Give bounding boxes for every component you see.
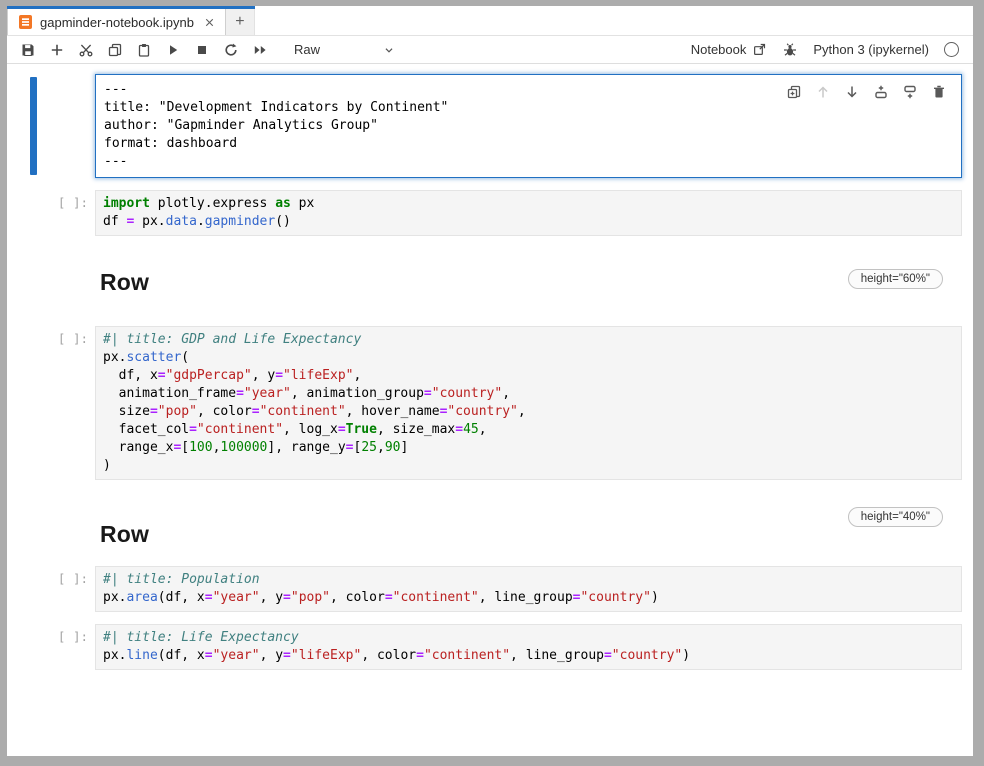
cell-editor[interactable]: import plotly.express as pxdf = px.data.… [95,190,962,236]
paste-cells-button[interactable] [129,38,158,61]
tab-strip: gapminder-notebook.ipynb + [7,6,255,35]
copy-icon [107,42,123,58]
stop-icon [194,42,210,58]
row-heading: Row [100,521,149,548]
cut-cells-button[interactable] [71,38,100,61]
plus-icon [49,42,65,58]
restart-run-all-button[interactable] [245,38,274,61]
raw-cell: --- title: "Development Indicators by Con… [7,74,973,178]
clipboard-icon [136,42,152,58]
restart-icon [223,42,239,58]
code-line: size="pop", color="continent", hover_nam… [103,403,957,421]
duplicate-cell-icon [786,84,802,100]
move-cell-down-button[interactable] [844,84,860,100]
markdown-cell[interactable]: Row height="60%" [100,262,943,296]
close-icon[interactable] [203,16,216,29]
save-button[interactable] [13,38,42,61]
cell-prompt: [ ]: [7,326,95,480]
run-cell-button[interactable] [158,38,187,61]
cell-prompt [7,74,95,178]
delete-cell-button[interactable] [931,84,947,100]
code-line: #| title: Population [103,571,957,589]
code-line: author: "Gapminder Analytics Group" [104,117,957,135]
insert-cell-above-button[interactable] [873,84,889,100]
cell-editor[interactable]: --- title: "Development Indicators by Con… [95,74,962,178]
height-badge: height="60%" [848,269,943,289]
cell-prompt: [ ]: [7,190,95,236]
code-line: px.line(df, x="year", y="lifeExp", color… [103,647,957,665]
move-cell-up-icon [815,84,831,100]
notebook-toolbar: Raw Notebook Python 3 (ipykernel) [7,36,973,64]
kernel-name[interactable]: Python 3 (ipykernel) [813,42,929,57]
scissors-icon [78,42,94,58]
bug-icon [782,42,798,58]
delete-cell-icon [931,84,947,100]
code-cell: [ ]:#| title: GDP and Life Expectancypx.… [7,326,973,480]
code-line: import plotly.express as px [103,195,957,213]
row-heading: Row [100,269,149,296]
copy-cells-button[interactable] [100,38,129,61]
code-line: ) [103,457,957,475]
tab-gapminder-notebook[interactable]: gapminder-notebook.ipynb [7,9,226,35]
external-link-icon [752,42,767,57]
code-cell: [ ]:#| title: Life Expectancypx.line(df,… [7,624,973,670]
code-line: #| title: Life Expectancy [103,629,957,647]
run-icon [165,42,181,58]
tab-title: gapminder-notebook.ipynb [40,15,194,30]
cell-type-dropdown[interactable]: Raw [288,39,402,60]
insert-cell-below-button[interactable] [902,84,918,100]
insert-cell-above-icon [873,84,889,100]
jupyterlab-window: gapminder-notebook.ipynb + [7,6,973,756]
debugger-button[interactable] [782,42,798,58]
notebook-panel-link[interactable]: Notebook [691,42,768,57]
code-line: range_x=[100,100000], range_y=[25,90] [103,439,957,457]
code-line: #| title: GDP and Life Expectancy [103,331,957,349]
cell-editor[interactable]: #| title: Life Expectancypx.line(df, x="… [95,624,962,670]
cell-editor[interactable]: #| title: GDP and Life Expectancypx.scat… [95,326,962,480]
notebook-link-label: Notebook [691,42,747,57]
move-cell-down-icon [844,84,860,100]
cell-type-value: Raw [294,42,320,57]
code-line: df, x="gdpPercap", y="lifeExp", [103,367,957,385]
markdown-cell[interactable]: Row height="40%" [100,504,943,548]
active-cell-collapser[interactable] [30,77,37,175]
insert-cell-button[interactable] [42,38,71,61]
cell-prompt: [ ]: [7,624,95,670]
new-tab-button[interactable]: + [226,9,255,35]
code-line: px.area(df, x="year", y="pop", color="co… [103,589,957,607]
restart-kernel-button[interactable] [216,38,245,61]
notebook-cells: --- title: "Development Indicators by Con… [7,74,973,670]
code-line: title: "Development Indicators by Contin… [104,99,957,117]
notebook-icon [18,14,33,30]
height-badge: height="40%" [848,507,943,527]
code-line: format: dashboard [104,135,957,153]
fast-forward-icon [252,42,268,58]
code-line: --- [104,153,957,171]
toolbar-right-group: Notebook Python 3 (ipykernel) [691,42,963,58]
code-cell: [ ]:import plotly.express as pxdf = px.d… [7,190,973,236]
code-line: facet_col="continent", log_x=True, size_… [103,421,957,439]
tab-bar: gapminder-notebook.ipynb + [7,6,973,36]
chevron-down-icon [382,43,396,57]
kernel-status-icon[interactable] [944,42,959,57]
duplicate-cell-button[interactable] [786,84,802,100]
code-line: px.scatter( [103,349,957,367]
cell-prompt: [ ]: [7,566,95,612]
insert-cell-below-icon [902,84,918,100]
move-cell-up-button [815,84,831,100]
code-line: animation_frame="year", animation_group=… [103,385,957,403]
cell-toolbar [786,84,947,100]
save-icon [20,42,36,58]
interrupt-kernel-button[interactable] [187,38,216,61]
plus-icon: + [235,13,244,31]
code-line: df = px.data.gapminder() [103,213,957,231]
cell-editor[interactable]: #| title: Populationpx.area(df, x="year"… [95,566,962,612]
code-cell: [ ]:#| title: Populationpx.area(df, x="y… [7,566,973,612]
